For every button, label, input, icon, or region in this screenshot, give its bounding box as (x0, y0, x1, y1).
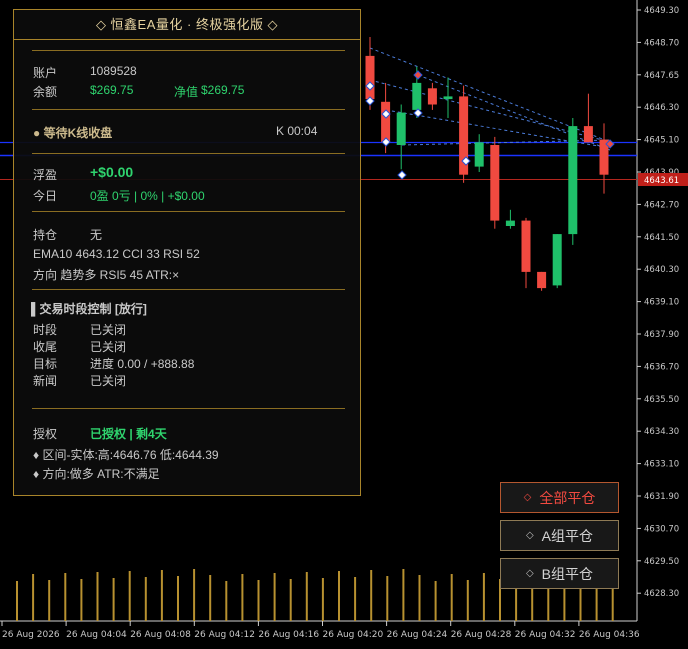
today-value: 0盈 0亏 | 0% | +$0.00 (90, 189, 205, 203)
time-tick-label: 26 Aug 04:28 (451, 630, 512, 640)
position-value: 无 (90, 228, 103, 242)
session-row-value: 已关闭 (90, 340, 127, 354)
close-group-b-label: B组平仓 (541, 565, 594, 582)
time-tick-label: 26 Aug 04:08 (130, 630, 191, 640)
time-tick-label: 26 Aug 04:12 (194, 630, 255, 640)
balance-value: $269.75 (90, 83, 134, 97)
license-label: 授权 (33, 427, 58, 441)
candle-bear (365, 55, 375, 100)
k-timer: K 00:04 (276, 124, 318, 138)
session-row-value: 已关闭 (90, 323, 127, 337)
close-all-label: 全部平仓 (539, 489, 596, 506)
candle-bull (505, 220, 515, 226)
candle-bull (412, 82, 422, 110)
equity-label: 净值 (174, 85, 199, 99)
price-tick-label: 4648.70 (644, 38, 679, 48)
direction-atr-line: ♦ 方向:做多 ATR:不满足 (33, 467, 160, 481)
session-row-label: 时段 (33, 323, 58, 337)
panel-title: ◇ 恒鑫EA量化 · 终极强化版 ◇ (14, 10, 360, 40)
price-tag-label: 4643.61 (644, 176, 679, 186)
equity-value: $269.75 (201, 83, 245, 97)
price-tick-label: 4646.30 (644, 103, 679, 113)
price-tick-label: 4636.70 (644, 362, 679, 372)
price-tick-label: 4635.50 (644, 395, 679, 405)
candle-bear (521, 220, 531, 272)
price-tick-label: 4629.50 (644, 557, 679, 567)
close-group-b-button[interactable]: ◇ B组平仓 (500, 558, 619, 589)
divider (32, 153, 345, 154)
time-tick-label: 26 Aug 04:24 (387, 630, 448, 640)
time-tick-label: 26 Aug 04:16 (258, 630, 319, 640)
divider (32, 408, 345, 409)
time-tick-label: 26 Aug 04:36 (579, 630, 640, 640)
price-tick-label: 4634.30 (644, 427, 679, 437)
candle-bull (552, 234, 562, 286)
candle-bear (537, 271, 547, 289)
account-value: 1089528 (90, 64, 137, 78)
price-tick-label: 4633.10 (644, 460, 679, 470)
direction-line: 方向 趋势多 RSI5 45 ATR:× (33, 268, 180, 282)
session-row-value: 进度 0.00 / +888.88 (90, 357, 195, 371)
range-line: ♦ 区间-实体:高:4646.76 低:4644.39 (33, 448, 219, 462)
account-label: 账户 (33, 66, 58, 80)
float-label: 浮盈 (33, 168, 58, 182)
time-tick-label: 26 Aug 04:20 (323, 630, 384, 640)
divider (32, 211, 345, 212)
candle-bull (396, 112, 406, 145)
divider (32, 50, 345, 51)
price-tick-label: 4631.90 (644, 492, 679, 502)
close-group-a-button[interactable]: ◇ A组平仓 (500, 520, 619, 551)
candle-bull (474, 142, 484, 167)
session-row-value: 已关闭 (90, 374, 127, 388)
indicators-line: EMA10 4643.12 CCI 33 RSI 52 (33, 247, 200, 261)
candle-bear (427, 88, 437, 105)
price-tick-label: 4630.70 (644, 524, 679, 534)
candle-bull (568, 126, 578, 235)
candle-bear (381, 101, 391, 143)
price-tick-label: 4647.65 (644, 71, 679, 81)
price-tick-label: 4628.30 (644, 589, 679, 599)
position-label: 持仓 (33, 228, 58, 242)
divider (32, 289, 345, 290)
time-tick-label: 26 Aug 04:04 (66, 630, 127, 640)
close-group-a-label: A组平仓 (541, 527, 594, 544)
diamond-icon: ◇ (523, 492, 532, 503)
price-tick-label: 4649.30 (644, 6, 679, 16)
session-row-label: 收尾 (33, 340, 58, 354)
balance-label: 余额 (33, 85, 58, 99)
divider (32, 109, 345, 110)
session-row-label: 目标 (33, 357, 58, 371)
time-tick-label: 26 Aug 2026 (2, 630, 60, 640)
session-row-label: 新闻 (33, 374, 58, 388)
price-tick-label: 4637.90 (644, 330, 679, 340)
diamond-icon: ◇ (525, 530, 534, 541)
candle-bear (583, 126, 593, 143)
candle-bull (443, 96, 453, 100)
diamond-icon: ◇ (525, 568, 534, 579)
status-text: ● 等待K线收盘 (33, 126, 113, 140)
price-tick-label: 4640.30 (644, 265, 679, 275)
license-value: 已授权 | 剩4天 (90, 427, 167, 441)
close-all-button[interactable]: ◇ 全部平仓 (500, 482, 619, 513)
time-tick-label: 26 Aug 04:32 (515, 630, 576, 640)
price-tick-label: 4641.50 (644, 233, 679, 243)
session-title: ▌交易时段控制 [放行] (31, 302, 147, 316)
candle-bear (490, 145, 500, 221)
price-tick-label: 4645.10 (644, 136, 679, 146)
float-value: +$0.00 (90, 164, 134, 180)
today-label: 今日 (33, 189, 58, 203)
price-tick-label: 4639.10 (644, 298, 679, 308)
ea-info-panel: ◇ 恒鑫EA量化 · 终极强化版 ◇ 账户 1089528 余额 $269.75… (13, 9, 361, 496)
price-tick-label: 4642.70 (644, 200, 679, 210)
